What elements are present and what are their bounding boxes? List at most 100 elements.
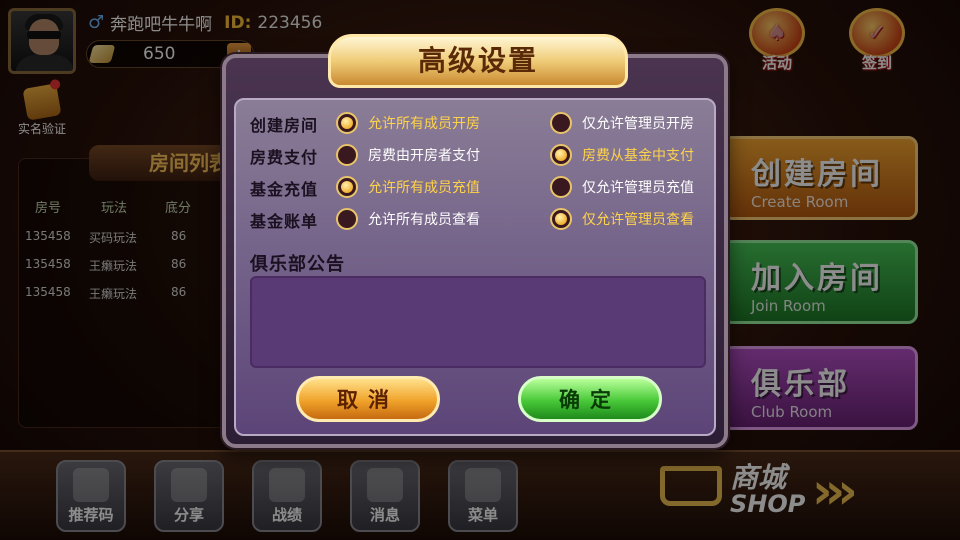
join-room-en: Join Room (751, 297, 826, 315)
header-room-no: 房号 (35, 201, 62, 216)
shop-en: SHOP (730, 490, 806, 518)
create-room-button[interactable]: 创建房间 Create Room (722, 136, 918, 220)
coin-count: 650 (143, 44, 176, 64)
referral-code-label: 推荐码 (68, 506, 114, 524)
row-1-base: 86 (171, 229, 187, 243)
coin-icon (88, 45, 116, 63)
checkin-icon: ✓ (849, 8, 905, 58)
user-avatar[interactable] (8, 8, 76, 74)
join-room-button[interactable]: 加入房间 Join Room (722, 240, 918, 324)
male-icon: ♂ (88, 12, 105, 33)
activity-icon: ♠ (749, 8, 805, 58)
row-2-room-no: 135458 (25, 257, 71, 271)
option-label: 允许所有成员开房 (368, 116, 480, 132)
records-button[interactable]: 战绩 (252, 460, 322, 532)
radio-unselected-icon[interactable] (336, 144, 358, 166)
row-3-room-no: 135458 (25, 285, 71, 299)
chevrons-icon: ››› (812, 462, 858, 520)
activity-button[interactable]: ♠ 活动 (746, 8, 808, 73)
row-1-room-no: 135458 (25, 229, 71, 243)
messages-label: 消息 (369, 506, 400, 524)
row-1-mode: 买码玩法 (89, 231, 138, 245)
option-admin-create[interactable]: 仅允许管理员开房 (550, 110, 694, 136)
option-creator-pays[interactable]: 房费由开房者支付 (336, 142, 480, 168)
records-label: 战绩 (271, 506, 302, 524)
notice-input[interactable] (250, 276, 706, 368)
verify-label: 实名验证 (17, 122, 66, 136)
confirm-label: 确定 (559, 388, 621, 412)
create-room-label: 创建房间 (751, 157, 883, 192)
header-base: 底分 (165, 201, 192, 216)
messages-button[interactable]: 消息 (350, 460, 420, 532)
option-label: 仅允许管理员查看 (582, 212, 694, 228)
menu-button[interactable]: 菜单 (448, 460, 518, 532)
envelope-icon (367, 468, 403, 502)
row-3-base: 86 (171, 285, 187, 299)
cancel-label: 取消 (337, 388, 399, 412)
dialog-title: 高级设置 (328, 34, 628, 88)
shop-button[interactable]: 商城 SHOP ››› (660, 452, 950, 532)
activity-label: 活动 (761, 54, 792, 72)
option-all-recharge[interactable]: 允许所有成员充值 (336, 174, 480, 200)
avatar-body (15, 55, 73, 71)
setting-label: 创建房间 (250, 116, 319, 135)
share-label: 分享 (173, 506, 204, 524)
join-room-label: 加入房间 (751, 261, 883, 296)
row-3-mode: 王癞玩法 (89, 287, 138, 301)
list-icon (465, 468, 501, 502)
referral-code-button[interactable]: 推荐码 (56, 460, 126, 532)
notice-label: 俱乐部公告 (250, 254, 345, 275)
setting-label: 房费支付 (250, 148, 319, 167)
add-user-icon (73, 468, 109, 502)
user-name: 奔跑吧牛牛啊 (110, 15, 213, 35)
radio-selected-icon[interactable] (336, 112, 358, 134)
share-icon (171, 468, 207, 502)
option-fund-pays[interactable]: 房费从基金中支付 (550, 142, 694, 168)
option-admin-view[interactable]: 仅允许管理员查看 (550, 206, 694, 232)
radio-unselected-icon[interactable] (550, 176, 572, 198)
cancel-button[interactable]: 取消 (296, 376, 440, 422)
id-label: ID: (224, 12, 252, 33)
bar-chart-icon (269, 468, 305, 502)
club-button[interactable]: 俱乐部 Club Room (722, 346, 918, 430)
verify-button[interactable]: 实名验证 (10, 78, 74, 137)
row-2-mode: 王癞玩法 (89, 259, 138, 273)
option-label: 房费由开房者支付 (368, 148, 480, 164)
option-admin-recharge[interactable]: 仅允许管理员充值 (550, 174, 694, 200)
option-label: 房费从基金中支付 (582, 148, 694, 164)
setting-label: 基金充值 (250, 180, 319, 199)
setting-row-fund-bill: 基金账单 允许所有成员查看 仅允许管理员查看 (250, 206, 710, 232)
option-all-create[interactable]: 允许所有成员开房 (336, 110, 480, 136)
radio-selected-icon[interactable] (550, 208, 572, 230)
radio-selected-icon[interactable] (550, 144, 572, 166)
setting-label: 基金账单 (250, 212, 319, 231)
share-button[interactable]: 分享 (154, 460, 224, 532)
option-all-view[interactable]: 允许所有成员查看 (336, 206, 480, 232)
option-label: 仅允许管理员开房 (582, 116, 694, 132)
option-label: 允许所有成员充值 (368, 180, 480, 196)
option-label: 允许所有成员查看 (368, 212, 480, 228)
confirm-button[interactable]: 确定 (518, 376, 662, 422)
user-id: 223456 (257, 12, 323, 33)
radio-unselected-icon[interactable] (336, 208, 358, 230)
checkin-label: 签到 (861, 54, 892, 72)
club-en: Club Room (751, 403, 833, 421)
avatar-glasses (27, 31, 61, 39)
cart-icon (660, 466, 722, 506)
radio-selected-icon[interactable] (336, 176, 358, 198)
setting-row-create-room: 创建房间 允许所有成员开房 仅允许管理员开房 (250, 110, 710, 136)
menu-label: 菜单 (467, 506, 498, 524)
option-label: 仅允许管理员充值 (582, 180, 694, 196)
id-card-icon (22, 78, 62, 121)
notification-dot (49, 78, 61, 91)
club-label: 俱乐部 (751, 367, 850, 402)
radio-unselected-icon[interactable] (550, 112, 572, 134)
setting-row-room-fee: 房费支付 房费由开房者支付 房费从基金中支付 (250, 142, 710, 168)
header-mode: 玩法 (101, 201, 128, 216)
user-info: ♂ 奔跑吧牛牛啊 ID: 223456 (88, 10, 322, 35)
row-2-base: 86 (171, 257, 187, 271)
advanced-settings-dialog: 高级设置 创建房间 允许所有成员开房 仅允许管理员开房 房费支付 房费由开房者支… (222, 34, 728, 448)
dialog-body: 创建房间 允许所有成员开房 仅允许管理员开房 房费支付 房费由开房者支付 房费从… (234, 98, 716, 436)
checkin-button[interactable]: ✓ 签到 (846, 8, 908, 73)
setting-row-fund-recharge: 基金充值 允许所有成员充值 仅允许管理员充值 (250, 174, 710, 200)
